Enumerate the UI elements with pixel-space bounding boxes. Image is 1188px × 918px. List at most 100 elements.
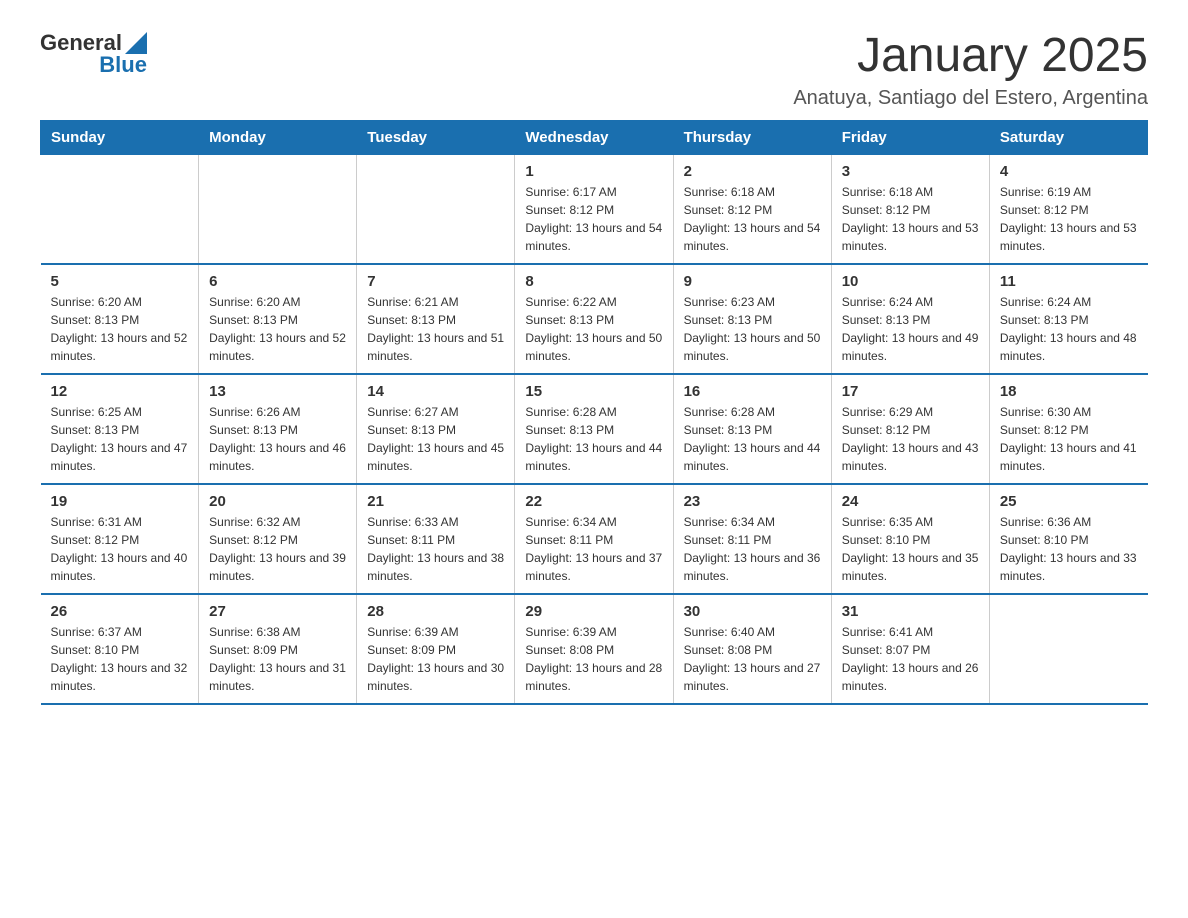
day-header-row: SundayMondayTuesdayWednesdayThursdayFrid… [41, 120, 1148, 154]
day-info: Sunrise: 6:20 AMSunset: 8:13 PMDaylight:… [51, 293, 189, 365]
day-header-monday: Monday [199, 120, 357, 154]
calendar-cell [357, 154, 515, 264]
day-number: 5 [51, 273, 189, 290]
month-title: January 2025 [793, 30, 1148, 83]
day-header-thursday: Thursday [673, 120, 831, 154]
day-info: Sunrise: 6:25 AMSunset: 8:13 PMDaylight:… [51, 403, 189, 475]
calendar-cell [199, 154, 357, 264]
calendar-cell: 29Sunrise: 6:39 AMSunset: 8:08 PMDayligh… [515, 594, 673, 704]
calendar-cell: 19Sunrise: 6:31 AMSunset: 8:12 PMDayligh… [41, 484, 199, 594]
day-info: Sunrise: 6:39 AMSunset: 8:09 PMDaylight:… [367, 623, 504, 695]
day-number: 9 [684, 273, 821, 290]
day-number: 26 [51, 603, 189, 620]
logo-triangle-icon [125, 32, 147, 54]
calendar-table: SundayMondayTuesdayWednesdayThursdayFrid… [40, 120, 1148, 705]
day-info: Sunrise: 6:18 AMSunset: 8:12 PMDaylight:… [842, 183, 979, 255]
day-number: 13 [209, 383, 346, 400]
calendar-cell: 15 Sunrise: 6:28 AMSunset: 8:13 PMDayligh… [515, 374, 673, 484]
day-info: Sunrise: 6:38 AMSunset: 8:09 PMDaylight:… [209, 623, 346, 695]
title-block: January 2025 Anatuya, Santiago del Ester… [793, 30, 1148, 110]
calendar-cell: 16Sunrise: 6:28 AMSunset: 8:13 PMDayligh… [673, 374, 831, 484]
calendar-week-2: 5 Sunrise: 6:20 AMSunset: 8:13 PMDaylight… [41, 264, 1148, 374]
calendar-cell: 28Sunrise: 6:39 AMSunset: 8:09 PMDayligh… [357, 594, 515, 704]
calendar-cell: 2 Sunrise: 6:18 AMSunset: 8:12 PMDaylight… [673, 154, 831, 264]
day-number: 11 [1000, 273, 1138, 290]
calendar-cell: 6 Sunrise: 6:20 AMSunset: 8:13 PMDaylight… [199, 264, 357, 374]
day-info: Sunrise: 6:20 AMSunset: 8:13 PMDaylight:… [209, 293, 346, 365]
day-info: Sunrise: 6:18 AMSunset: 8:12 PMDaylight:… [684, 183, 821, 255]
day-info: Sunrise: 6:24 AMSunset: 8:13 PMDaylight:… [842, 293, 979, 365]
day-header-sunday: Sunday [41, 120, 199, 154]
day-info: Sunrise: 6:28 AMSunset: 8:13 PMDaylight:… [525, 403, 662, 475]
calendar-cell [989, 594, 1147, 704]
day-number: 19 [51, 493, 189, 510]
day-number: 8 [525, 273, 662, 290]
day-info: Sunrise: 6:19 AMSunset: 8:12 PMDaylight:… [1000, 183, 1138, 255]
day-number: 24 [842, 493, 979, 510]
calendar-cell: 13Sunrise: 6:26 AMSunset: 8:13 PMDayligh… [199, 374, 357, 484]
day-info: Sunrise: 6:34 AMSunset: 8:11 PMDaylight:… [684, 513, 821, 585]
day-number: 22 [525, 493, 662, 510]
day-number: 3 [842, 163, 979, 180]
day-number: 10 [842, 273, 979, 290]
calendar-cell: 7 Sunrise: 6:21 AMSunset: 8:13 PMDaylight… [357, 264, 515, 374]
calendar-cell: 14 Sunrise: 6:27 AMSunset: 8:13 PMDayligh… [357, 374, 515, 484]
calendar-header: SundayMondayTuesdayWednesdayThursdayFrid… [41, 120, 1148, 154]
day-number: 16 [684, 383, 821, 400]
day-number: 15 [525, 383, 662, 400]
day-number: 14 [367, 383, 504, 400]
day-number: 20 [209, 493, 346, 510]
day-info: Sunrise: 6:30 AMSunset: 8:12 PMDaylight:… [1000, 403, 1138, 475]
day-number: 31 [842, 603, 979, 620]
calendar-cell: 11 Sunrise: 6:24 AMSunset: 8:13 PMDayligh… [989, 264, 1147, 374]
day-number: 7 [367, 273, 504, 290]
calendar-cell [41, 154, 199, 264]
calendar-cell: 21Sunrise: 6:33 AMSunset: 8:11 PMDayligh… [357, 484, 515, 594]
day-info: Sunrise: 6:21 AMSunset: 8:13 PMDaylight:… [367, 293, 504, 365]
day-number: 27 [209, 603, 346, 620]
day-number: 6 [209, 273, 346, 290]
day-info: Sunrise: 6:22 AMSunset: 8:13 PMDaylight:… [525, 293, 662, 365]
calendar-cell: 18Sunrise: 6:30 AMSunset: 8:12 PMDayligh… [989, 374, 1147, 484]
calendar-cell: 8 Sunrise: 6:22 AMSunset: 8:13 PMDaylight… [515, 264, 673, 374]
calendar-week-4: 19Sunrise: 6:31 AMSunset: 8:12 PMDayligh… [41, 484, 1148, 594]
calendar-cell: 31 Sunrise: 6:41 AMSunset: 8:07 PMDayligh… [831, 594, 989, 704]
day-number: 12 [51, 383, 189, 400]
calendar-cell: 30 Sunrise: 6:40 AMSunset: 8:08 PMDayligh… [673, 594, 831, 704]
calendar-cell: 27 Sunrise: 6:38 AMSunset: 8:09 PMDayligh… [199, 594, 357, 704]
calendar-cell: 24 Sunrise: 6:35 AMSunset: 8:10 PMDayligh… [831, 484, 989, 594]
day-info: Sunrise: 6:17 AMSunset: 8:12 PMDaylight:… [525, 183, 662, 255]
calendar-cell: 1 Sunrise: 6:17 AMSunset: 8:12 PMDaylight… [515, 154, 673, 264]
day-info: Sunrise: 6:35 AMSunset: 8:10 PMDaylight:… [842, 513, 979, 585]
calendar-cell: 9 Sunrise: 6:23 AMSunset: 8:13 PMDaylight… [673, 264, 831, 374]
calendar-cell: 22Sunrise: 6:34 AMSunset: 8:11 PMDayligh… [515, 484, 673, 594]
calendar-cell: 25Sunrise: 6:36 AMSunset: 8:10 PMDayligh… [989, 484, 1147, 594]
page-header: General Blue January 2025 Anatuya, Santi… [40, 30, 1148, 110]
day-info: Sunrise: 6:40 AMSunset: 8:08 PMDaylight:… [684, 623, 821, 695]
day-info: Sunrise: 6:27 AMSunset: 8:13 PMDaylight:… [367, 403, 504, 475]
calendar-body: 1 Sunrise: 6:17 AMSunset: 8:12 PMDaylight… [41, 154, 1148, 704]
day-number: 2 [684, 163, 821, 180]
day-info: Sunrise: 6:23 AMSunset: 8:13 PMDaylight:… [684, 293, 821, 365]
day-info: Sunrise: 6:39 AMSunset: 8:08 PMDaylight:… [525, 623, 662, 695]
day-number: 17 [842, 383, 979, 400]
location-title: Anatuya, Santiago del Estero, Argentina [793, 87, 1148, 110]
calendar-cell: 26 Sunrise: 6:37 AMSunset: 8:10 PMDayligh… [41, 594, 199, 704]
day-info: Sunrise: 6:24 AMSunset: 8:13 PMDaylight:… [1000, 293, 1138, 365]
day-info: Sunrise: 6:32 AMSunset: 8:12 PMDaylight:… [209, 513, 346, 585]
logo: General Blue [40, 30, 147, 78]
day-number: 1 [525, 163, 662, 180]
calendar-cell: 12 Sunrise: 6:25 AMSunset: 8:13 PMDayligh… [41, 374, 199, 484]
day-info: Sunrise: 6:41 AMSunset: 8:07 PMDaylight:… [842, 623, 979, 695]
day-header-friday: Friday [831, 120, 989, 154]
calendar-cell: 17 Sunrise: 6:29 AMSunset: 8:12 PMDayligh… [831, 374, 989, 484]
day-number: 21 [367, 493, 504, 510]
calendar-cell: 3 Sunrise: 6:18 AMSunset: 8:12 PMDaylight… [831, 154, 989, 264]
day-info: Sunrise: 6:37 AMSunset: 8:10 PMDaylight:… [51, 623, 189, 695]
calendar-cell: 23Sunrise: 6:34 AMSunset: 8:11 PMDayligh… [673, 484, 831, 594]
day-header-wednesday: Wednesday [515, 120, 673, 154]
day-info: Sunrise: 6:29 AMSunset: 8:12 PMDaylight:… [842, 403, 979, 475]
day-header-saturday: Saturday [989, 120, 1147, 154]
calendar-week-5: 26 Sunrise: 6:37 AMSunset: 8:10 PMDayligh… [41, 594, 1148, 704]
day-number: 30 [684, 603, 821, 620]
